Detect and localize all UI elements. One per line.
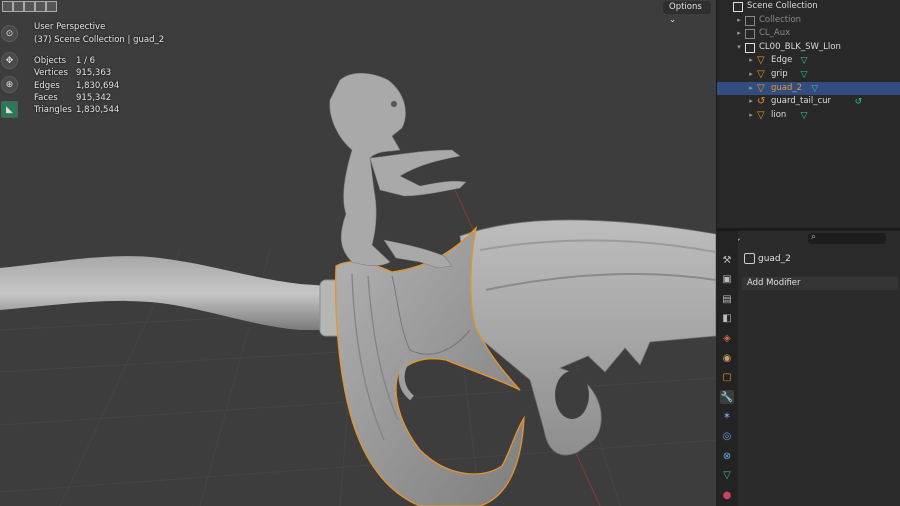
scene-statistics: Objects 1 / 6 Vertices 915,363 Edges 1,830,… <box>34 55 119 116</box>
blade-hole <box>555 371 589 419</box>
mesh-object-icon: ▽ <box>757 109 765 121</box>
world-icon[interactable]: ◉ <box>720 351 734 365</box>
properties-search-input[interactable]: ⌕ <box>808 232 886 244</box>
expand-arrow-icon[interactable]: ▸ <box>747 109 755 123</box>
expand-arrow-icon[interactable]: ▸ <box>747 82 755 96</box>
output-icon[interactable]: ▤ <box>720 292 734 306</box>
stat-vertices: Vertices 915,363 <box>34 68 112 79</box>
expand-arrow-icon[interactable]: ▸ <box>747 95 755 109</box>
mesh-data-icon[interactable]: ▽ <box>811 83 818 97</box>
options-dropdown[interactable]: Options ⌄ <box>663 1 711 25</box>
expand-arrow-icon[interactable]: ▸ <box>747 68 755 82</box>
scene-icon[interactable]: ◈ <box>720 331 734 345</box>
outliner-item-label: grip <box>771 69 788 79</box>
blade-mesh <box>459 219 716 456</box>
outliner-item-label: Edge <box>771 55 793 66</box>
collection-icon <box>733 2 743 12</box>
view-perspective-label: User Perspective <box>34 22 106 32</box>
outliner-item-label: CL_Aux <box>759 28 791 39</box>
3d-viewport[interactable]: User Perspective (37) Scene Collection |… <box>0 0 716 506</box>
grip-mesh <box>0 256 330 330</box>
outliner-row-cl-aux[interactable]: ▸ CL_Aux <box>717 27 900 41</box>
object-icon[interactable]: ▢ <box>720 371 734 385</box>
outliner-row-guad-2[interactable]: ▸ ▽ guad_2 ▽ <box>717 81 900 97</box>
lion-mesh <box>329 72 467 269</box>
mesh-object-icon: ▽ <box>757 55 765 67</box>
mesh-data-icon[interactable]: ▽ <box>801 55 808 69</box>
tool-icon[interactable]: ⚒ <box>720 253 734 267</box>
properties-panel[interactable]: ▤⌄ ⌕ ⚒▣▤◧◈◉▢🔧✶◎⊗▽● guad_2 Add Modifier <box>716 231 900 506</box>
outliner-panel[interactable]: Scene Collection ▸ Collection ▸ CL_Aux ▾ CL00_… <box>716 0 900 228</box>
camera-view-icon[interactable]: ◣ <box>1 101 18 118</box>
select-intersect-icon[interactable] <box>46 1 57 12</box>
stat-objects: Objects 1 / 6 <box>34 56 96 66</box>
mesh-data-icon[interactable]: ▽ <box>801 69 808 83</box>
data-icon[interactable]: ▽ <box>720 469 734 483</box>
collection-icon <box>745 29 755 40</box>
collection-icon <box>745 42 755 53</box>
search-icon: ⌕ <box>811 232 817 242</box>
stat-triangles: Triangles 1,830,544 <box>34 105 120 116</box>
render-icon[interactable]: ▣ <box>720 273 734 287</box>
constraints-icon[interactable]: ⊗ <box>720 449 734 463</box>
orbit-gizmo-icon[interactable]: ⊙ <box>1 25 18 42</box>
select-mode-icon[interactable] <box>13 1 24 12</box>
material-icon[interactable]: ● <box>720 488 734 502</box>
curve-data-icon[interactable]: ↺ <box>855 96 863 110</box>
outliner-row-cl00-blk-sw-llon[interactable]: ▾ CL00_BLK_SW_Llon <box>717 41 900 55</box>
outliner-row-edge[interactable]: ▸ ▽ Edge ▽ <box>717 54 900 68</box>
outliner-row-guard-tail-cur[interactable]: ▸ ↺ guard_tail_cur ↺ <box>717 95 900 109</box>
outliner-row-lion[interactable]: ▸ ▽ lion ▽ <box>717 109 900 123</box>
move-view-icon[interactable]: ✥ <box>1 52 18 69</box>
outliner-row-grip[interactable]: ▸ ▽ grip ▽ <box>717 68 900 82</box>
select-subtract-icon[interactable] <box>35 1 46 12</box>
outliner-row-scene-collection[interactable]: Scene Collection <box>717 0 900 14</box>
expand-arrow-icon[interactable]: ▾ <box>735 41 743 55</box>
object-type-icon <box>744 253 755 264</box>
outliner-item-label: Scene Collection <box>747 1 818 11</box>
mesh-object-icon: ▽ <box>757 82 765 94</box>
mesh-data-icon[interactable]: ▽ <box>801 110 808 124</box>
expand-arrow-icon[interactable]: ▸ <box>735 27 743 41</box>
outliner-row-collection[interactable]: ▸ Collection <box>717 14 900 28</box>
outliner-item-label: lion <box>771 109 787 120</box>
outliner-item-label: guad_2 <box>771 82 803 93</box>
view-layer-icon[interactable]: ◧ <box>720 312 734 326</box>
outliner-item-label: Collection <box>759 14 802 25</box>
curve-object-icon: ↺ <box>757 96 766 108</box>
modifier-object-name: guad_2 <box>758 254 791 264</box>
mesh-object-icon: ▽ <box>757 69 765 80</box>
outliner-item-label: CL00_BLK_SW_Llon <box>759 41 841 52</box>
particles-icon[interactable]: ✶ <box>720 410 734 424</box>
collection-icon <box>745 15 755 26</box>
stat-faces: Faces 915,342 <box>34 92 112 103</box>
properties-tabs: ⚒ ▣ ▤ ◧ ◈ ◉ ▢ 🔧 ✶ ◎ ⊗ ▽ ● <box>716 231 738 506</box>
stat-edges: Edges 1,830,694 <box>34 80 120 91</box>
outliner-item-label: guard_tail_cur <box>771 96 832 107</box>
modifier-icon[interactable]: 🔧 <box>720 390 734 405</box>
zoom-view-icon[interactable]: ⊕ <box>1 76 18 93</box>
expand-arrow-icon[interactable]: ▸ <box>747 54 755 68</box>
select-box-icon[interactable] <box>2 1 13 12</box>
select-extend-icon[interactable] <box>24 1 35 12</box>
lion-tail-curve <box>398 358 415 401</box>
add-modifier-button[interactable]: Add Modifier <box>742 277 898 290</box>
physics-icon[interactable]: ◎ <box>720 429 734 443</box>
expand-arrow-icon[interactable]: ▸ <box>735 14 743 28</box>
collection-info-label: (37) Scene Collection | guad_2 <box>34 35 165 45</box>
